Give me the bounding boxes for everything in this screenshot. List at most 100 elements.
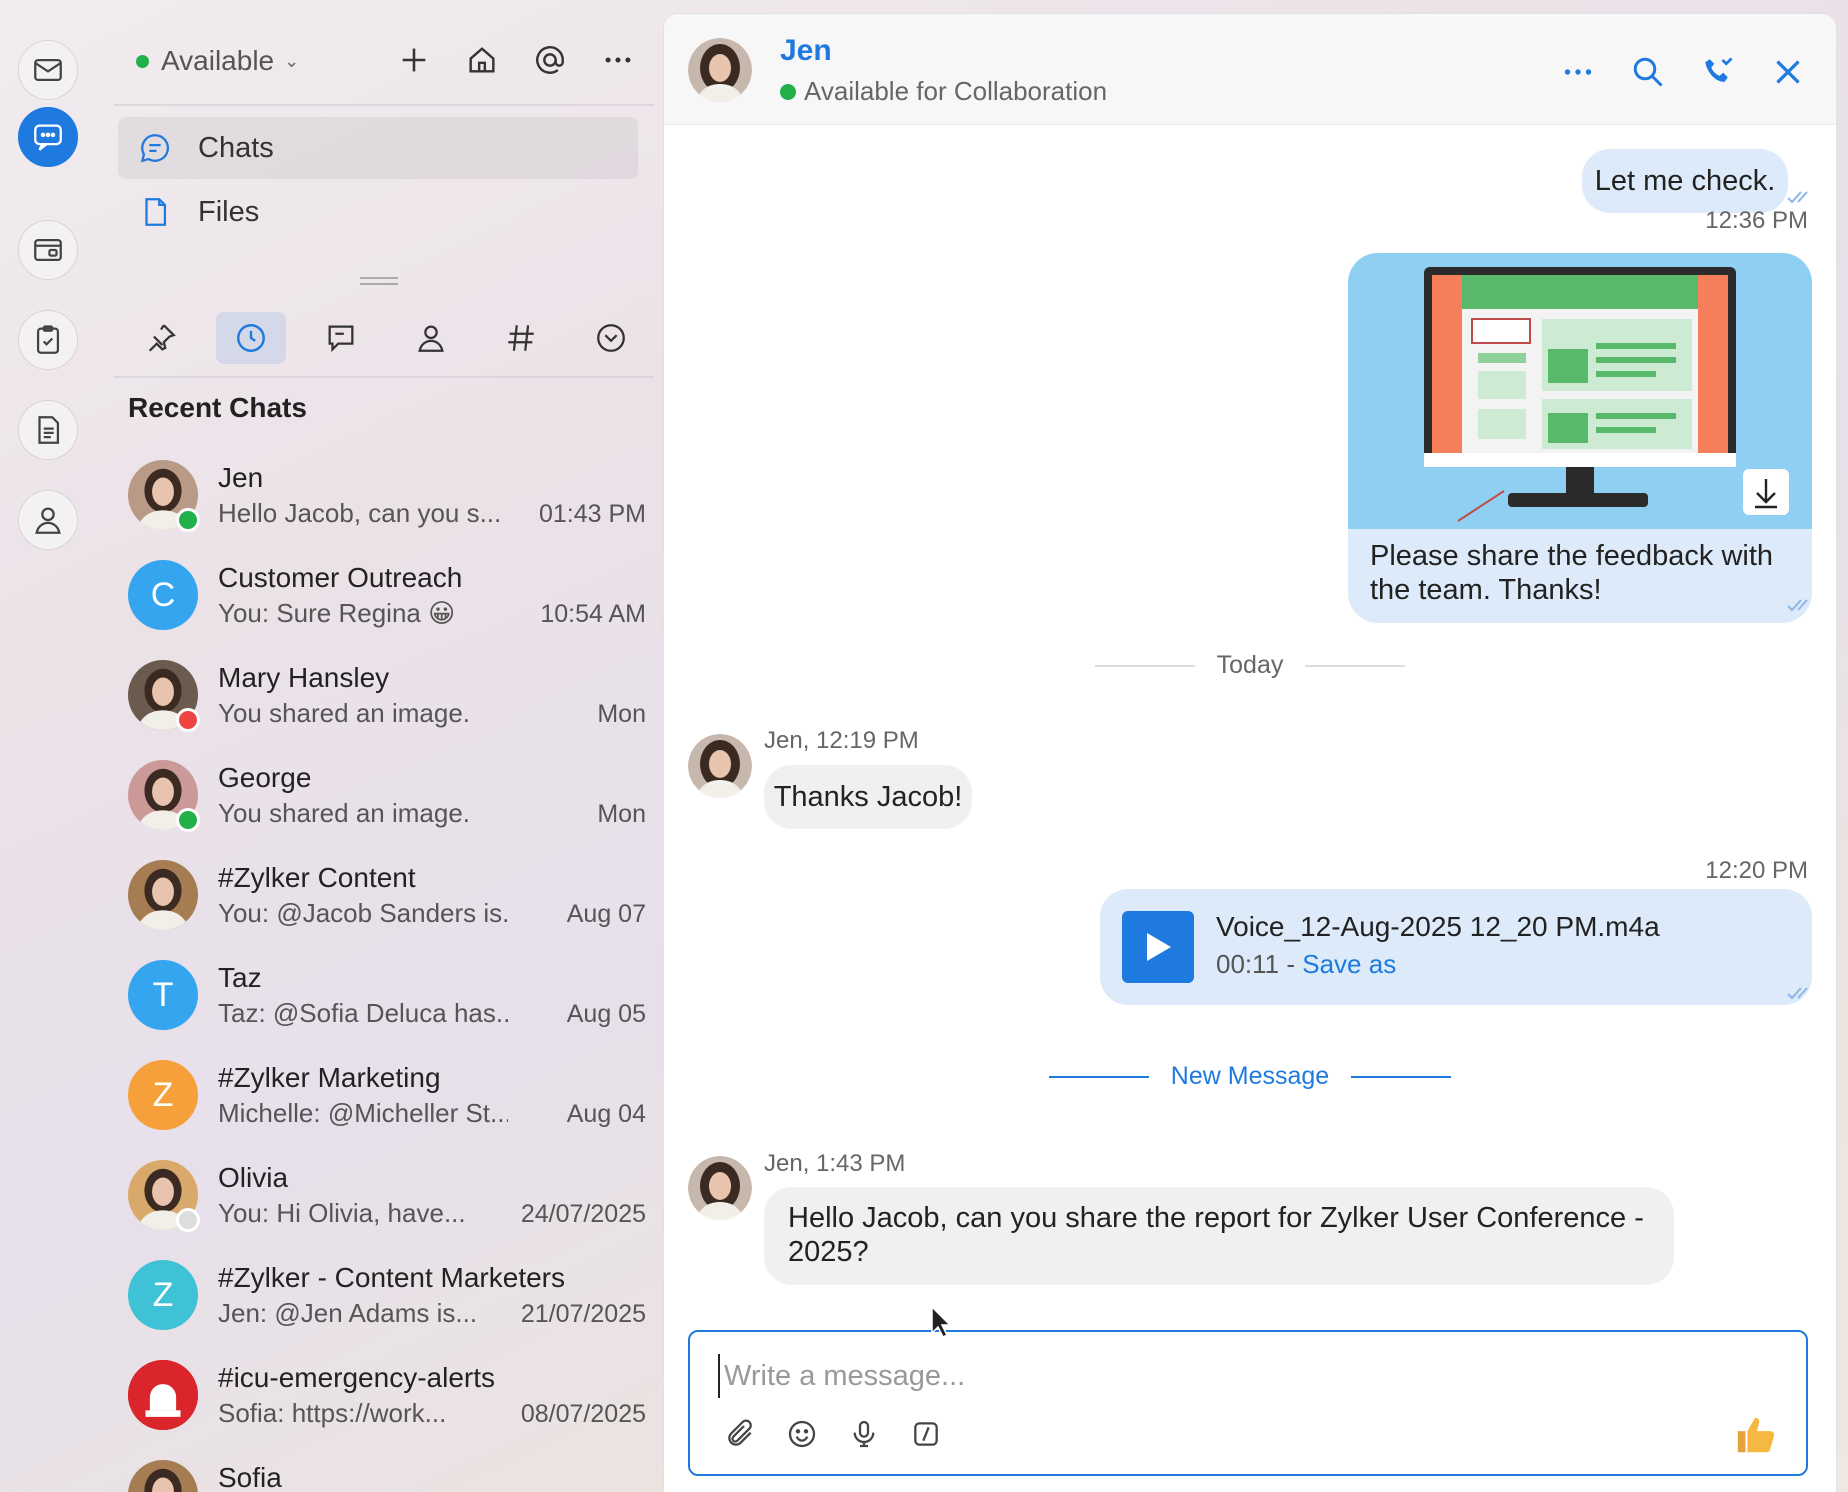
voice-duration: 00:11 -	[1216, 949, 1303, 979]
outgoing-message[interactable]: Let me check.	[1582, 149, 1788, 213]
chat-name: #Zylker Marketing	[218, 1062, 441, 1093]
cliq-rail-button[interactable]	[18, 107, 78, 167]
chat-list-item[interactable]: Sofia	[126, 1452, 646, 1492]
image-caption: Please share the feedback with the team.…	[1370, 540, 1774, 606]
incoming-message[interactable]: Hello Jacob, can you share the report fo…	[764, 1187, 1674, 1285]
chat-time: 24/07/2025	[520, 1200, 646, 1228]
plus-icon	[402, 48, 426, 72]
avatar[interactable]	[688, 1156, 752, 1220]
avatar	[128, 460, 200, 532]
save-as-link[interactable]: Save as	[1302, 949, 1396, 979]
call-button[interactable]	[1696, 50, 1740, 94]
chat-list-item[interactable]: Mary Hansley You shared an image. Mon	[126, 652, 646, 752]
workdrive-rail-button[interactable]	[18, 220, 78, 280]
status-label: Available	[161, 45, 275, 76]
image-message[interactable]: Please share the feedback with the team.…	[1348, 253, 1812, 623]
chat-list-item[interactable]: T Taz Taz: @Sofia Deluca has... Aug 05	[126, 952, 646, 1052]
mail-icon	[34, 58, 62, 82]
chevron-circle-icon	[597, 324, 625, 352]
chat-preview: Jen: @Jen Adams is...	[218, 1298, 478, 1328]
status-selector[interactable]: Available ⌄	[136, 45, 299, 77]
contacts-rail-button[interactable]	[18, 490, 78, 550]
avatar: Z	[128, 1260, 198, 1330]
chat-preview: You: @Jacob Sanders is...	[218, 898, 508, 928]
tab-more[interactable]	[576, 312, 646, 364]
person-icon	[35, 507, 61, 534]
tasks-rail-button[interactable]	[18, 310, 78, 370]
home-button[interactable]	[460, 38, 504, 82]
avatar[interactable]	[688, 38, 752, 102]
message-input[interactable]	[718, 1354, 1724, 1398]
nav-chats[interactable]: Chats	[118, 117, 638, 179]
chat-name: Mary Hansley	[218, 662, 390, 693]
chat-time: 01:43 PM	[538, 500, 646, 528]
presence-badge	[176, 808, 200, 832]
chat-preview: You shared an image.	[218, 798, 471, 828]
chat-list-item[interactable]: Z #Zylker Marketing Michelle: @Micheller S…	[126, 1052, 646, 1152]
avatar	[128, 660, 200, 732]
avatar: T	[128, 960, 198, 1030]
close-icon	[1776, 60, 1800, 84]
avatar: C	[128, 560, 198, 630]
avatar	[128, 1460, 198, 1492]
close-button[interactable]	[1766, 50, 1810, 94]
read-ticks-icon	[1787, 987, 1808, 1000]
tab-channels[interactable]	[486, 312, 556, 364]
incoming-message[interactable]: Thanks Jacob!	[764, 765, 972, 829]
avatar-initial: Z	[152, 1075, 174, 1114]
resize-handle[interactable]	[360, 277, 398, 285]
divider	[114, 376, 654, 378]
chat-list-item[interactable]: Olivia You: Hi Olivia, have... 24/07/2025	[126, 1152, 646, 1252]
status-dot	[780, 83, 796, 100]
tab-pinned[interactable]	[126, 312, 196, 364]
contact-name[interactable]: Jen	[780, 34, 832, 68]
contact-status: Available for Collaboration	[780, 76, 1107, 107]
chat-list-item[interactable]: C Customer Outreach You: Sure Regina 😀 10:5…	[126, 552, 646, 652]
chat-name: Customer Outreach	[218, 562, 463, 593]
chat-preview: You shared an image.	[218, 698, 471, 728]
voice-record-button[interactable]	[844, 1414, 884, 1454]
chat-list-item[interactable]: #Zylker Content You: @Jacob Sanders is...…	[126, 852, 646, 952]
notes-rail-button[interactable]	[18, 400, 78, 460]
avatar[interactable]	[688, 734, 752, 798]
mail-rail-button[interactable]	[18, 40, 78, 100]
message-time: 12:20 PM	[1705, 857, 1808, 884]
chat-list-item[interactable]: George You shared an image. Mon	[126, 752, 646, 852]
voice-meta: 00:11 - Save as	[1216, 949, 1396, 980]
tab-contacts[interactable]	[396, 312, 466, 364]
side-panel: Available ⌄ Chats Files Recent Chats Jen…	[96, 0, 656, 1492]
emoji-button[interactable]	[782, 1414, 822, 1454]
new-chat-button[interactable]	[392, 38, 436, 82]
chat-name: Sofia	[218, 1462, 282, 1492]
chat-list-item[interactable]: Jen Hello Jacob, can you s... 01:43 PM	[126, 452, 646, 552]
search-button[interactable]	[1626, 50, 1670, 94]
chat-list-item[interactable]: Z #Zylker - Content Marketers Jen: @Jen Ad…	[126, 1252, 646, 1352]
avatar-photo	[136, 868, 190, 930]
voice-message[interactable]: Voice_12-Aug-2025 12_20 PM.m4a 00:11 - S…	[1100, 889, 1812, 1005]
read-ticks-icon	[1787, 191, 1808, 204]
attach-button[interactable]	[720, 1414, 760, 1454]
recent-chats-title: Recent Chats	[128, 392, 307, 423]
thumbs-up-icon[interactable]	[1734, 1412, 1780, 1458]
tab-threads[interactable]	[306, 312, 376, 364]
conversation-more-button[interactable]	[1556, 50, 1600, 94]
home-icon	[469, 47, 495, 73]
person-icon	[418, 325, 444, 352]
chat-time: 21/07/2025	[520, 1300, 646, 1328]
slash-command-button[interactable]	[906, 1414, 946, 1454]
app-window: Available ⌄ Chats Files Recent Chats Jen…	[0, 0, 1848, 1492]
avatar-initial: Z	[152, 1275, 174, 1314]
play-button[interactable]	[1122, 911, 1194, 983]
more-options-button[interactable]	[596, 38, 640, 82]
threads-icon	[328, 325, 354, 353]
play-icon	[1147, 933, 1171, 961]
pin-icon	[148, 324, 176, 352]
avatar-photo	[144, 1468, 182, 1492]
tab-recent[interactable]	[216, 312, 286, 364]
mentions-button[interactable]	[528, 38, 572, 82]
divider	[114, 104, 654, 106]
chat-list-item[interactable]: #icu-emergency-alerts Sofia: https://work…	[126, 1352, 646, 1452]
chat-time: Aug 07	[566, 900, 646, 928]
chat-preview: Hello Jacob, can you s...	[218, 498, 502, 528]
nav-files[interactable]: Files	[118, 181, 638, 243]
